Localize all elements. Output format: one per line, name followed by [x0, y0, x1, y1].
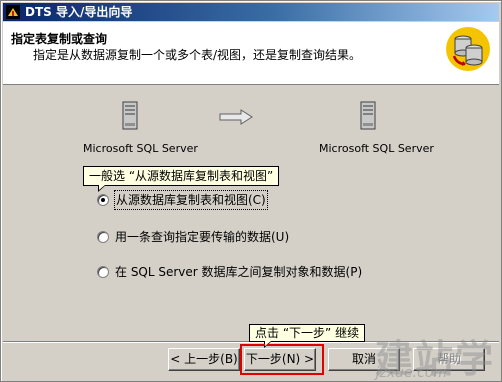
tip-callout-select-option: 一般选 “从源数据库复制表和视图”	[83, 166, 280, 192]
option-label: 用一条查询指定要传输的数据(U)	[115, 230, 290, 244]
arrow-right-icon	[219, 109, 253, 125]
radio-copy-objects[interactable]	[97, 266, 109, 278]
title-bar: DTS 导入/导出向导	[3, 3, 499, 21]
dts-app-icon	[6, 5, 20, 19]
window-title: DTS 导入/导出向导	[25, 5, 133, 19]
destination-server-icon	[360, 101, 376, 130]
option-label: 从源数据库复制表和视图(C)	[114, 190, 268, 210]
page-subtitle: 指定是从数据源复制一个或多个表/视图，还是复制查询结果。	[33, 48, 362, 62]
radio-use-query[interactable]	[97, 231, 109, 243]
destination-label: Microsoft SQL Server	[319, 142, 434, 155]
source-server-icon	[122, 101, 138, 130]
back-button[interactable]: < 上一步(B)	[168, 348, 240, 371]
database-copy-icon	[446, 27, 490, 71]
radio-copy-tables[interactable]	[97, 194, 109, 206]
wizard-header: 指定表复制或查询 指定是从数据源复制一个或多个表/视图，还是复制查询结果。	[3, 22, 499, 85]
page-title: 指定表复制或查询	[11, 32, 108, 46]
wizard-window: DTS 导入/导出向导 指定表复制或查询 指定是从数据源复制一个或多个表/视图，…	[0, 0, 502, 382]
next-button[interactable]: 下一步(N) >	[244, 348, 316, 371]
option-label: 在 SQL Server 数据库之间复制对象和数据(P)	[115, 265, 363, 279]
source-label: Microsoft SQL Server	[83, 142, 198, 155]
watermark-url: jzxue.com	[375, 365, 447, 381]
tip-callout-next: 点击 “下一步” 继续	[249, 324, 366, 348]
